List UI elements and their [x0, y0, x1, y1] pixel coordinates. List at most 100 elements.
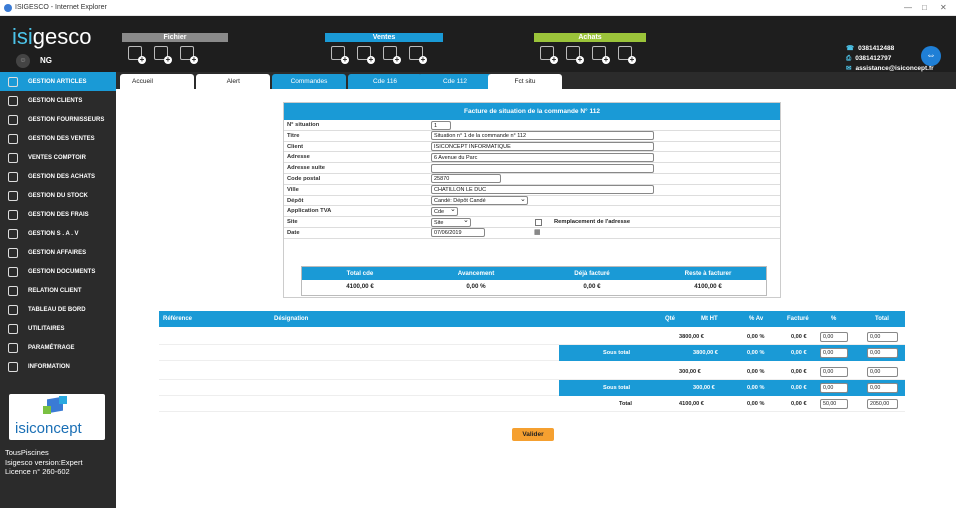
line-total-input[interactable]: 0,00 — [867, 332, 898, 342]
sidebar-item-14[interactable]: PARAMÉTRAGE — [0, 338, 116, 357]
subtotal-label: Sous total — [603, 385, 631, 391]
field-input-4[interactable] — [431, 163, 654, 173]
sidebar-item-4[interactable]: VENTES COMPTOIR — [0, 148, 116, 167]
window-titlebar: ISIGESCO - Internet Explorer — □ ✕ — [0, 0, 956, 16]
licence-text: Licence n° 260-602 — [5, 467, 70, 476]
table-header: Référence Désignation Qté Mt HT % Av Fac… — [159, 311, 905, 327]
new-delivery-icon[interactable] — [383, 46, 401, 64]
tab-fct-situ[interactable]: Fct situ — [488, 74, 562, 89]
form-row: Ville CHATILLON LE DUC — [284, 185, 780, 196]
minimize-button[interactable]: — — [904, 3, 912, 12]
sidebar-item-2[interactable]: GESTION FOURNISSEURS — [0, 110, 116, 129]
line-pct-input[interactable]: 0,00 — [820, 332, 848, 342]
ventes-group: Ventes — [325, 33, 443, 64]
new-purchase-invoice-icon[interactable] — [618, 46, 636, 64]
col-facture: Facturé — [787, 316, 809, 322]
new-client-icon[interactable] — [154, 46, 172, 64]
sidebar-item-label: GESTION DES VENTES — [28, 135, 95, 142]
line-pct-input[interactable]: 0,00 — [820, 367, 848, 377]
table-row: Total 4100,00 € 0,00 % 0,00 € 50,00 2050,00 — [159, 396, 905, 412]
client-icon — [8, 95, 18, 106]
sidebar-item-label: GESTION DU STOCK — [28, 192, 88, 199]
line-pct-input[interactable]: 0,00 — [820, 348, 848, 358]
tab-cde-116[interactable]: Cde 116 — [348, 74, 422, 89]
calendar-icon — [8, 247, 18, 258]
sidebar-item-10[interactable]: GESTION DOCUMENTS — [0, 262, 116, 281]
calendar-icon[interactable]: ▦ — [534, 228, 541, 236]
new-supplier-icon[interactable] — [180, 46, 198, 64]
line-total-input[interactable]: 2050,00 — [867, 399, 898, 409]
new-purchase-quote-icon[interactable] — [540, 46, 558, 64]
gear-icon — [8, 342, 18, 353]
counter-icon — [8, 152, 18, 163]
field-input-0[interactable]: 1 — [431, 120, 451, 130]
table-row: Sous total 3800,00 € 0,00 % 0,00 € 0,00 0,00 — [159, 345, 905, 361]
phone-2: 0381412797 — [855, 55, 892, 62]
sidebar-item-0[interactable]: GESTION ARTICLES — [0, 72, 116, 91]
sidebar-item-1[interactable]: GESTION CLIENTS — [0, 91, 116, 110]
sidebar-item-label: PARAMÉTRAGE — [28, 344, 75, 351]
field-label: Adresse — [287, 154, 310, 161]
field-input-3[interactable]: 6 Avenue du Parc — [431, 152, 654, 162]
line-pct-input[interactable]: 50,00 — [820, 399, 848, 409]
wrench-icon — [8, 228, 18, 239]
total-av: 0,00 % — [747, 369, 765, 375]
field-input-10[interactable]: 07/06/2019 — [431, 228, 485, 238]
form-row: Adresse suite — [284, 163, 780, 174]
col-qty: Qté — [665, 316, 676, 322]
line-total-input[interactable]: 0,00 — [867, 383, 898, 393]
subtotal-av: 0,00 % — [747, 350, 765, 356]
new-reception-icon[interactable] — [592, 46, 610, 64]
sidebar-item-13[interactable]: UTILITAIRES — [0, 319, 116, 338]
validate-button[interactable]: Valider — [512, 428, 554, 441]
new-article-icon[interactable] — [128, 46, 146, 64]
sidebar-item-7[interactable]: GESTION DES FRAIS — [0, 205, 116, 224]
field-label: Application TVA — [287, 208, 332, 215]
tab-commandes[interactable]: Commandes — [272, 74, 346, 89]
company-name: TousPiscines — [5, 448, 49, 457]
replace-address-checkbox[interactable] — [535, 218, 542, 226]
field-input-6[interactable]: CHATILLON LE DUC — [431, 185, 654, 195]
line-pct-input[interactable]: 0,00 — [820, 383, 848, 393]
maximize-button[interactable]: □ — [922, 3, 927, 12]
col-pct-av: % Av — [749, 316, 764, 322]
sidebar-item-9[interactable]: GESTION AFFAIRES — [0, 243, 116, 262]
teamviewer-icon[interactable]: ⇔ — [921, 46, 941, 66]
new-invoice-icon[interactable] — [409, 46, 427, 64]
field-label: Ville — [287, 186, 299, 193]
close-button[interactable]: ✕ — [940, 3, 947, 12]
sidebar-item-label: GESTION AFFAIRES — [28, 249, 87, 256]
app-logo: isigesco ☺ NG — [12, 24, 92, 68]
sidebar-item-12[interactable]: TABLEAU DE BORD — [0, 300, 116, 319]
new-quote-icon[interactable] — [331, 46, 349, 64]
tab-alert[interactable]: Alert — [196, 74, 270, 89]
sidebar-item-15[interactable]: INFORMATION — [0, 357, 116, 376]
sidebar-item-6[interactable]: GESTION DU STOCK — [0, 186, 116, 205]
tab-accueil[interactable]: Accueil — [120, 74, 194, 89]
field-input-2[interactable]: ISICONCEPT INFORMATIQUE — [431, 142, 654, 152]
form-row: Application TVA Cde ⌄ — [284, 206, 780, 218]
line-total-input[interactable]: 0,00 — [867, 348, 898, 358]
user-icon[interactable]: ☺ — [16, 54, 30, 68]
field-input-5[interactable]: 25870 — [431, 174, 501, 184]
sidebar-item-8[interactable]: GESTION S . A . V — [0, 224, 116, 243]
line-total-input[interactable]: 0,00 — [867, 367, 898, 377]
sidebar-item-3[interactable]: GESTION DES VENTES — [0, 129, 116, 148]
window-title: ISIGESCO - Internet Explorer — [15, 4, 107, 11]
table-row: Sous total 300,00 € 0,00 % 0,00 € 0,00 0,00 — [159, 380, 905, 396]
field-label: Client — [287, 143, 304, 150]
new-order-icon[interactable] — [357, 46, 375, 64]
field-input-1[interactable]: Situation n° 1 de la commande n° 112 — [431, 131, 654, 141]
field-input-7[interactable]: Candé: Dépôt Candé — [431, 196, 528, 206]
table-row: 300,00 € 0,00 % 0,00 € 0,00 0,00 — [159, 364, 905, 380]
form-row: Adresse 6 Avenue du Parc — [284, 152, 780, 164]
sidebar-item-label: GESTION DOCUMENTS — [28, 268, 96, 275]
tab-cde-112[interactable]: Cde 112 — [418, 74, 492, 89]
summary-box: Total cde Avancement Déjà facturé Reste … — [301, 266, 767, 296]
folder-icon — [8, 266, 18, 277]
new-purchase-order-icon[interactable] — [566, 46, 584, 64]
sidebar-item-5[interactable]: GESTION DES ACHATS — [0, 167, 116, 186]
phone-icon: ☎ — [846, 45, 855, 52]
support-email[interactable]: assistance@isiconcept.fr — [855, 65, 933, 72]
sidebar-item-11[interactable]: RELATION CLIENT — [0, 281, 116, 300]
